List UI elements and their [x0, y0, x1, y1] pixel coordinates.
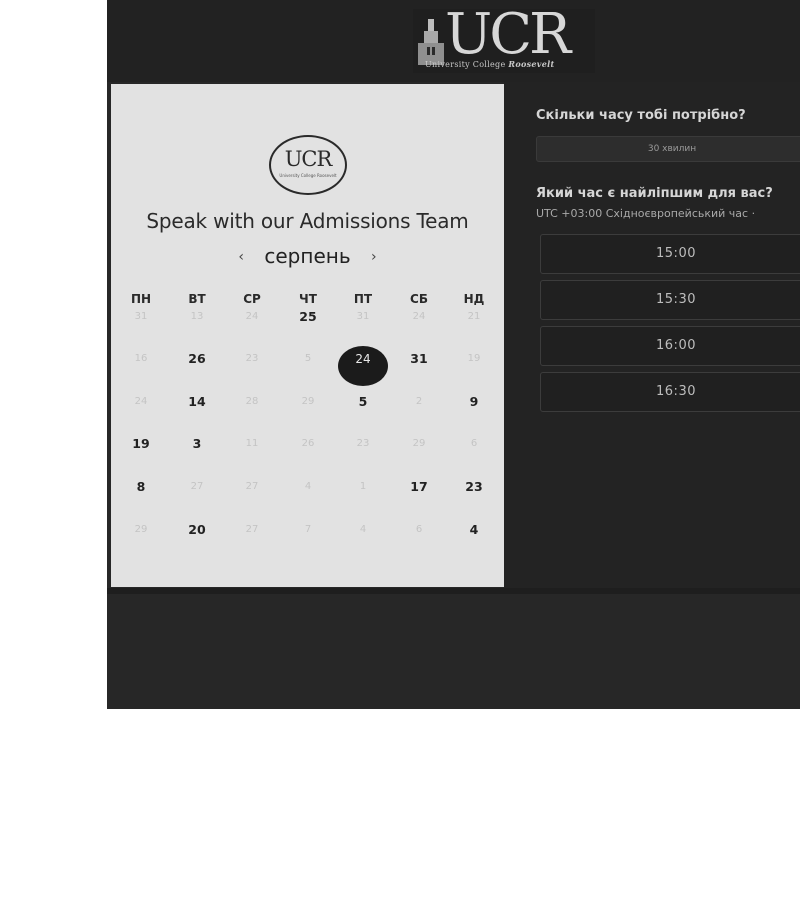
calendar-day: 31	[134, 311, 148, 322]
round-logo-text: UCR	[284, 147, 333, 171]
calendar-day: 4	[359, 524, 367, 535]
calendar-day[interactable]: 23	[446, 479, 502, 495]
calendar-day: 5	[304, 353, 312, 364]
calendar-day: 27	[190, 481, 204, 492]
calendar-day: 31	[356, 311, 370, 322]
calendar-day: 24	[412, 311, 426, 322]
round-logo-subtitle: University College Roosevelt	[279, 173, 337, 178]
calendar-day: 23	[245, 353, 259, 364]
calendar-day: 29	[412, 438, 426, 449]
time-question: Який час є найліпшим для вас?	[536, 186, 773, 201]
duration-select[interactable]: 30 хвилин	[536, 136, 800, 162]
weekday-label: СР	[243, 292, 261, 306]
weekday-label: ПН	[130, 292, 152, 306]
time-slot-button[interactable]: 16:30	[540, 372, 800, 412]
footer-divider	[107, 588, 800, 594]
calendar-day: 27	[245, 481, 259, 492]
calendar-day: 6	[470, 438, 478, 449]
weekday-label: НД	[463, 292, 485, 306]
calendar-day: 21	[467, 311, 481, 322]
calendar-day: 29	[134, 524, 148, 535]
calendar-day[interactable]: 5	[335, 394, 391, 410]
calendar-panel: UCR University College Roosevelt Speak w…	[111, 84, 504, 587]
calendar-day: 13	[190, 311, 204, 322]
time-slot-button[interactable]: 16:00	[540, 326, 800, 366]
calendar-day: 28	[245, 396, 259, 407]
calendar-day: 19	[467, 353, 481, 364]
booking-app: UCR University College Roosevelt UCR Uni…	[107, 0, 800, 709]
calendar-day: 4	[304, 481, 312, 492]
duration-label: Скільки часу тобі потрібно?	[536, 108, 746, 123]
weekday-header: ПН ВТ СР ЧТ ПТ СБ НД	[111, 292, 504, 306]
ucr-logo: UCR University College Roosevelt	[413, 5, 595, 73]
calendar-day[interactable]: 31	[391, 351, 447, 367]
calendar-day[interactable]: 17	[391, 479, 447, 495]
time-slot-button[interactable]: 15:30	[540, 280, 800, 320]
calendar-day: 11	[245, 438, 259, 449]
calendar-day: 27	[245, 524, 259, 535]
calendar-day: 7	[304, 524, 312, 535]
calendar-day[interactable]: 19	[113, 436, 169, 452]
next-month-icon[interactable]: ›	[357, 249, 391, 265]
calendar-day: 1	[359, 481, 367, 492]
round-logo: UCR University College Roosevelt	[269, 135, 347, 195]
calendar-day[interactable]: 4	[446, 522, 502, 538]
calendar-day[interactable]: 3	[169, 436, 225, 452]
calendar-day[interactable]: 26	[169, 351, 225, 367]
logo-wordmark: UCR	[445, 2, 571, 67]
calendar-day[interactable]: 9	[446, 394, 502, 410]
prev-month-icon[interactable]: ‹	[224, 249, 258, 265]
calendar-day: 6	[415, 524, 423, 535]
calendar-day[interactable]: 20	[169, 522, 225, 538]
calendar-day[interactable]: 25	[280, 309, 336, 325]
event-title: Speak with our Admissions Team	[146, 209, 469, 233]
booking-panel: Скільки часу тобі потрібно? 30 хвилин Як…	[504, 82, 800, 588]
weekday-label: ВТ	[188, 292, 206, 306]
calendar-day: 24	[134, 396, 148, 407]
calendar-day: 26	[301, 438, 315, 449]
header: UCR University College Roosevelt	[107, 0, 800, 82]
calendar-day: 23	[356, 438, 370, 449]
weekday-label: СБ	[410, 292, 428, 306]
calendar-day[interactable]: 8	[113, 479, 169, 495]
logo-subtitle: University College Roosevelt	[425, 59, 555, 69]
calendar-day: 16	[134, 353, 148, 364]
calendar-day: 24	[245, 311, 259, 322]
calendar-day[interactable]: 14	[169, 394, 225, 410]
calendar-day: 2	[415, 396, 423, 407]
calendar-day: 29	[301, 396, 315, 407]
month-navigation: ‹ серпень ›	[111, 244, 504, 268]
month-label: серпень	[264, 244, 351, 268]
weekday-label: ПТ	[353, 292, 373, 306]
weekday-label: ЧТ	[299, 292, 317, 306]
timezone-select[interactable]: UTC +03:00 Східноєвропейський час ·	[536, 207, 755, 220]
time-slot-button[interactable]: 15:00	[540, 234, 800, 274]
calendar-day-selected[interactable]: 24	[335, 351, 391, 367]
